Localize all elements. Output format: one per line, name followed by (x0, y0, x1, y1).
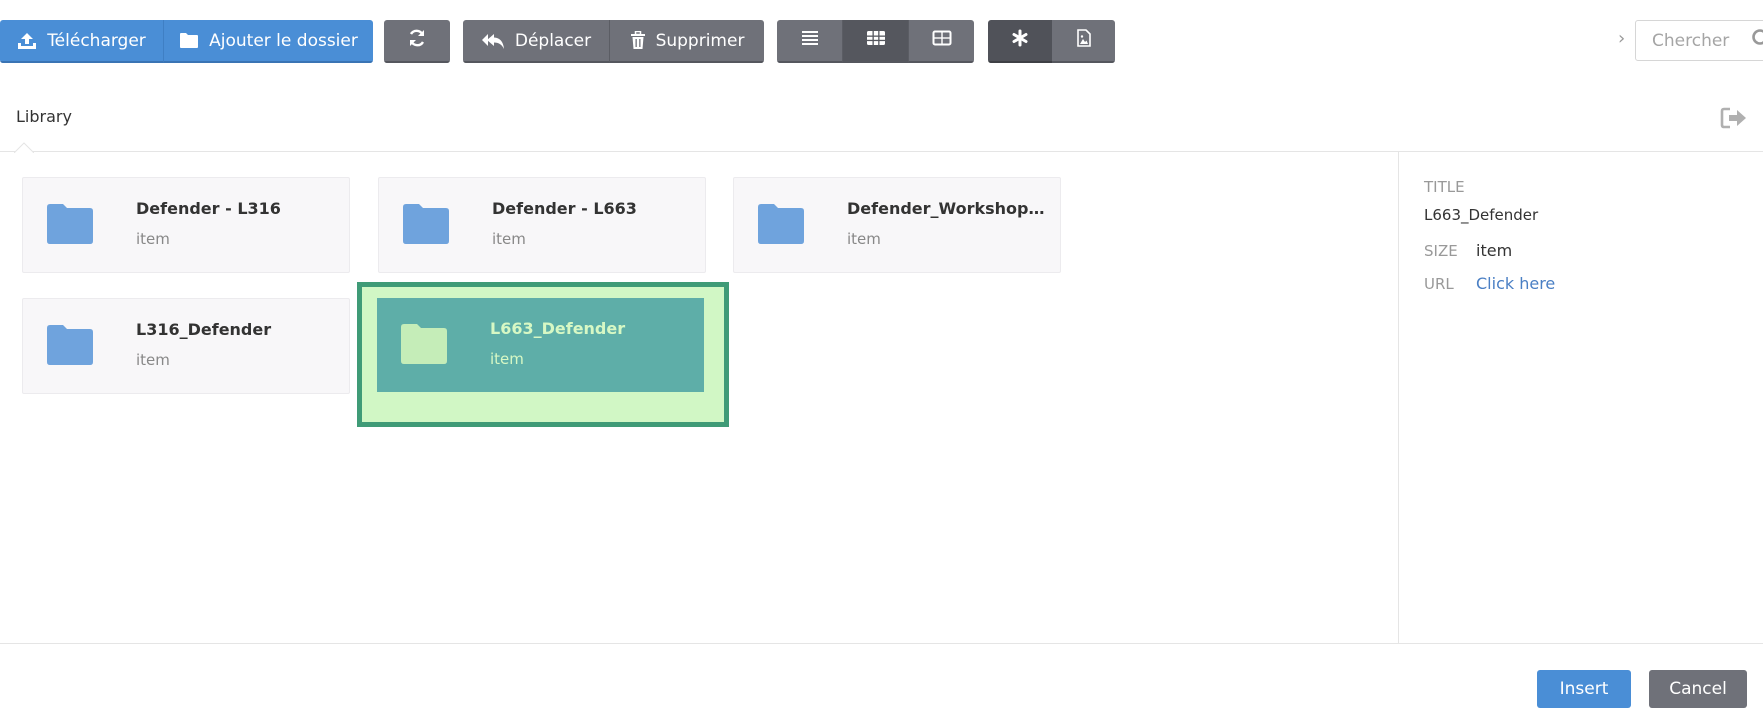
url-link[interactable]: Click here (1476, 274, 1555, 293)
folder-name: L663_Defender (490, 319, 690, 338)
list-view-button[interactable] (777, 20, 842, 63)
move-label: Déplacer (515, 31, 591, 51)
folder-sub: item (136, 351, 170, 369)
breadcrumb-item-library[interactable]: Library (16, 107, 72, 126)
folder-name: Defender - L316 (136, 199, 336, 218)
folder-card-selected[interactable]: L663_Defender item (377, 298, 704, 392)
edit-group: Déplacer Supprimer (463, 20, 764, 63)
folder-icon (758, 204, 804, 248)
grid-icon (866, 30, 886, 51)
filter-all-button[interactable] (988, 20, 1052, 63)
folder-card[interactable]: Defender - L663 item (378, 177, 706, 273)
folder-sub: item (136, 230, 170, 248)
folder-icon (403, 204, 449, 248)
folder-sub: item (490, 350, 524, 368)
reply-all-icon (481, 32, 505, 50)
file-grid: Defender - L316 item Defender - L663 ite… (0, 152, 1398, 643)
upload-group: Télécharger Ajouter le dossier (0, 20, 373, 63)
folder-card[interactable]: L316_Defender item (22, 298, 350, 394)
folder-icon (401, 324, 447, 368)
move-button[interactable]: Déplacer (463, 20, 609, 63)
add-folder-button[interactable]: Ajouter le dossier (163, 20, 373, 63)
details-panel: TITLE L663_Defender SIZE item URL Click … (1398, 152, 1763, 643)
delete-button[interactable]: Supprimer (609, 20, 764, 63)
folder-icon (179, 32, 199, 49)
search-icon[interactable] (1751, 28, 1763, 54)
trash-icon (630, 31, 646, 50)
refresh-group (384, 20, 450, 63)
url-label: URL (1424, 275, 1454, 293)
search-box (1635, 20, 1763, 61)
folder-sub: item (492, 230, 526, 248)
filter-images-button[interactable] (1052, 20, 1115, 63)
cancel-button[interactable]: Cancel (1649, 670, 1747, 708)
grid-view-button[interactable] (842, 20, 908, 63)
folder-sub: item (847, 230, 881, 248)
size-label: SIZE (1424, 242, 1458, 260)
toolbar: Télécharger Ajouter le dossier Déplacer (0, 0, 1763, 80)
breadcrumb: Library (0, 80, 1763, 152)
tiles-icon (932, 30, 952, 51)
upload-button[interactable]: Télécharger (0, 20, 163, 63)
folder-name: Defender_Workshop_2... (847, 199, 1047, 218)
upload-icon (17, 32, 37, 50)
title-label: TITLE (1424, 178, 1465, 196)
selection-highlight: L663_Defender item (357, 282, 729, 427)
title-value: L663_Defender (1424, 206, 1538, 224)
folder-name: Defender - L663 (492, 199, 692, 218)
chevron-right-icon[interactable]: › (1618, 28, 1625, 49)
search-input[interactable] (1652, 31, 1747, 51)
folder-icon (47, 204, 93, 248)
insert-button[interactable]: Insert (1537, 670, 1631, 708)
size-value: item (1476, 241, 1512, 260)
list-icon (801, 30, 819, 51)
dialog-footer: Insert Cancel (0, 643, 1763, 701)
delete-label: Supprimer (656, 31, 745, 51)
folder-card[interactable]: Defender_Workshop_2... item (733, 177, 1061, 273)
image-file-icon (1077, 29, 1091, 52)
sign-out-icon[interactable] (1720, 106, 1748, 134)
upload-label: Télécharger (47, 31, 146, 51)
view-mode-group (777, 20, 974, 63)
tiles-view-button[interactable] (908, 20, 974, 63)
filter-group (988, 20, 1115, 63)
folder-icon (47, 325, 93, 369)
add-folder-label: Ajouter le dossier (209, 31, 358, 51)
folder-card[interactable]: Defender - L316 item (22, 177, 350, 273)
asterisk-icon (1011, 29, 1029, 52)
folder-name: L316_Defender (136, 320, 336, 339)
refresh-icon (407, 28, 427, 53)
refresh-button[interactable] (384, 20, 450, 63)
